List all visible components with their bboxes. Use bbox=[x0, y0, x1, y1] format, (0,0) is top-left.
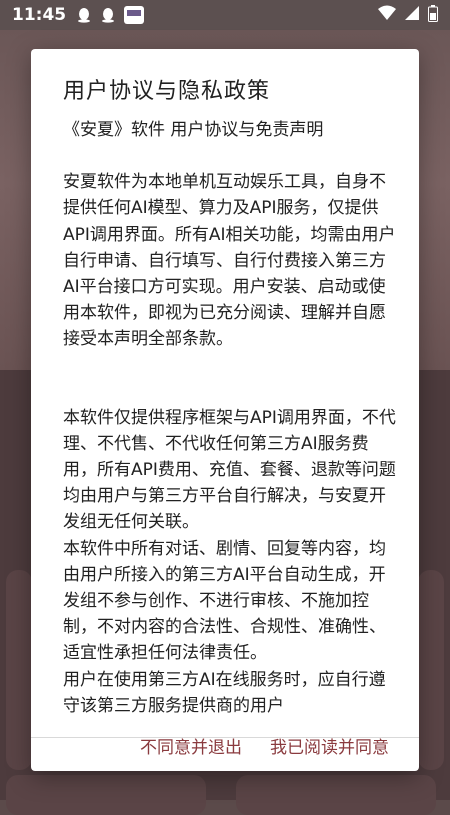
app-notification-icon bbox=[124, 6, 145, 24]
qq-icon bbox=[76, 7, 92, 23]
decline-exit-button[interactable]: 不同意并退出 bbox=[140, 733, 242, 758]
user-agreement-dialog: 用户协议与隐私政策 《安夏》软件 用户协议与免责声明 安夏软件为本地单机互动娱乐… bbox=[31, 49, 419, 771]
qq-icon bbox=[100, 7, 116, 23]
background-card bbox=[236, 775, 436, 815]
status-indicators bbox=[378, 4, 438, 26]
dialog-subtitle: 《安夏》软件 用户协议与免责声明 bbox=[63, 120, 324, 140]
dialog-title: 用户协议与隐私政策 bbox=[63, 79, 271, 104]
dialog-actions: 不同意并退出 我已阅读并同意 bbox=[140, 733, 389, 758]
accept-button[interactable]: 我已阅读并同意 bbox=[270, 733, 389, 758]
background-card bbox=[6, 775, 206, 815]
dialog-scroll-content[interactable]: 《安夏》软件 用户协议与免责声明 安夏软件为本地单机互动娱乐工具，自身不提供任何… bbox=[63, 117, 397, 755]
wifi-icon bbox=[378, 5, 396, 25]
status-time: 11:45 bbox=[12, 5, 67, 25]
background-card bbox=[418, 570, 444, 770]
agreement-paragraph: 本软件中所有对话、剧情、回复等内容，均由用户所接入的第三方AI平台自动生成，开发… bbox=[63, 538, 386, 664]
battery-icon bbox=[428, 4, 438, 26]
agreement-paragraph: 安夏软件为本地单机互动娱乐工具，自身不提供任何AI模型、算力及API服务，仅提供… bbox=[63, 172, 396, 350]
signal-icon bbox=[404, 5, 420, 25]
background-card bbox=[6, 570, 32, 770]
agreement-paragraph: 本软件仅提供程序框架与API调用界面，不代理、不代售、不代收任何第三方AI服务费… bbox=[63, 407, 396, 533]
status-bar: 11:45 bbox=[0, 0, 450, 30]
